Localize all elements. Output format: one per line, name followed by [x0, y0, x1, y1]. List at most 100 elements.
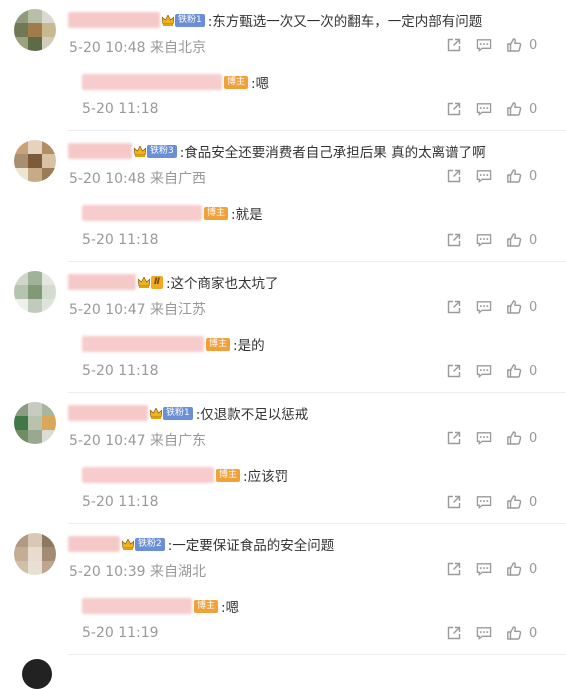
blogger-badge: 博主	[224, 75, 249, 89]
thumbs-up-icon[interactable]	[506, 232, 522, 248]
comment-icon[interactable]	[476, 168, 492, 184]
thumbs-up-icon[interactable]	[506, 561, 522, 577]
reply: 博主 :应该罚 5-20 11:18 0	[82, 456, 566, 514]
reply-actions: 0	[446, 625, 537, 641]
share-icon[interactable]	[446, 494, 462, 510]
blogger-badge: 博主	[194, 599, 219, 613]
comment-icon[interactable]	[476, 232, 492, 248]
share-icon[interactable]	[446, 625, 462, 641]
reply-text: :是的	[233, 338, 265, 354]
avatar[interactable]	[14, 533, 56, 575]
share-icon[interactable]	[446, 299, 462, 315]
like-count: 0	[529, 168, 538, 184]
like-count: 0	[529, 37, 538, 53]
thumbs-up-icon[interactable]	[506, 430, 522, 446]
comment-text: :仅退款不足以惩戒	[195, 407, 309, 423]
comment-icon[interactable]	[476, 494, 492, 510]
avatar[interactable]	[14, 9, 56, 51]
comment-meta: 5-20 10:47 来自广东	[69, 433, 207, 449]
blogger-badge: 博主	[206, 337, 231, 351]
share-icon[interactable]	[446, 232, 462, 248]
comment-icon[interactable]	[476, 561, 492, 577]
reply-meta: 5-20 11:18	[82, 232, 159, 248]
username[interactable]	[82, 205, 202, 221]
username[interactable]	[82, 598, 192, 614]
thumbs-up-icon[interactable]	[506, 494, 522, 510]
comment-meta: 5-20 10:48 来自北京	[69, 40, 207, 56]
like-count: 0	[529, 101, 538, 117]
reply-meta: 5-20 11:18	[82, 363, 159, 379]
share-icon[interactable]	[446, 430, 462, 446]
divider	[68, 261, 566, 262]
username[interactable]	[68, 274, 136, 290]
comment-icon[interactable]	[476, 363, 492, 379]
comment-actions: 0	[446, 430, 537, 446]
thumbs-up-icon[interactable]	[506, 168, 522, 184]
reply: 博主 :嗯 5-20 11:19 0	[82, 587, 566, 645]
reply-line: 博主 :就是	[82, 204, 263, 223]
username[interactable]	[82, 74, 222, 90]
share-icon[interactable]	[446, 168, 462, 184]
reply: 博主 :嗯 5-20 11:18 0	[82, 63, 566, 121]
comment-actions: 0	[446, 299, 537, 315]
blogger-badge: 博主	[204, 206, 229, 220]
reply-text: :嗯	[251, 76, 270, 92]
comment-icon[interactable]	[476, 299, 492, 315]
like-count: 0	[529, 430, 538, 446]
comment-text: :东方甄选一次又一次的翻车，一定内部有问题	[207, 14, 483, 30]
reply-line: 博主 :嗯	[82, 597, 239, 616]
thumbs-up-icon[interactable]	[506, 625, 522, 641]
reply: 博主 :是的 5-20 11:18 0	[82, 325, 566, 383]
thumbs-up-icon[interactable]	[506, 37, 522, 53]
share-icon[interactable]	[446, 37, 462, 53]
fan-badge[interactable]: Ⅱ	[138, 275, 163, 289]
comment-line: 铁粉1 :东方甄选一次又一次的翻车，一定内部有问题	[68, 11, 483, 30]
reply-actions: 0	[446, 232, 537, 248]
reply-actions: 0	[446, 101, 537, 117]
comment-icon[interactable]	[476, 101, 492, 117]
comment-icon[interactable]	[476, 625, 492, 641]
avatar[interactable]	[14, 402, 56, 444]
like-count: 0	[529, 561, 538, 577]
fan-badge[interactable]: 铁粉1	[150, 406, 193, 420]
thumbs-up-icon[interactable]	[506, 363, 522, 379]
reply-meta: 5-20 11:18	[82, 101, 159, 117]
reply-meta: 5-20 11:19	[82, 625, 159, 641]
username[interactable]	[82, 467, 214, 483]
reply-line: 博主 :应该罚	[82, 466, 289, 485]
username[interactable]	[82, 336, 204, 352]
fan-badge[interactable]: 铁粉1	[162, 13, 205, 27]
comment-text: :食品安全还要消费者自己承担后果 真的太离谱了啊	[179, 145, 486, 161]
share-icon[interactable]	[446, 363, 462, 379]
avatar[interactable]	[14, 140, 56, 182]
thumbs-up-icon[interactable]	[506, 101, 522, 117]
comment-meta: 5-20 10:48 来自广西	[69, 171, 207, 187]
comment-icon[interactable]	[476, 430, 492, 446]
fan-badge[interactable]: 铁粉3	[134, 144, 177, 158]
reply-line: 博主 :嗯	[82, 73, 270, 92]
comment-line: 铁粉2 :一定要保证食品的安全问题	[68, 535, 335, 554]
reply-meta: 5-20 11:18	[82, 494, 159, 510]
comment-line: 铁粉1 :仅退款不足以惩戒	[68, 404, 309, 423]
comment-text: :一定要保证食品的安全问题	[167, 538, 335, 554]
comment-actions: 0	[446, 561, 537, 577]
avatar[interactable]	[22, 659, 52, 689]
divider	[68, 654, 566, 655]
like-count: 0	[529, 363, 538, 379]
reply-actions: 0	[446, 363, 537, 379]
reply-text: :应该罚	[243, 469, 289, 485]
share-icon[interactable]	[446, 101, 462, 117]
fan-badge[interactable]: 铁粉2	[122, 537, 165, 551]
divider	[68, 523, 566, 524]
avatar[interactable]	[14, 271, 56, 313]
reply-text: :就是	[231, 207, 263, 223]
username[interactable]	[68, 143, 132, 159]
username[interactable]	[68, 12, 160, 28]
share-icon[interactable]	[446, 561, 462, 577]
like-count: 0	[529, 494, 538, 510]
username[interactable]	[68, 536, 120, 552]
username[interactable]	[68, 405, 148, 421]
comment-icon[interactable]	[476, 37, 492, 53]
thumbs-up-icon[interactable]	[506, 299, 522, 315]
comment-text: :这个商家也太坑了	[165, 276, 279, 292]
